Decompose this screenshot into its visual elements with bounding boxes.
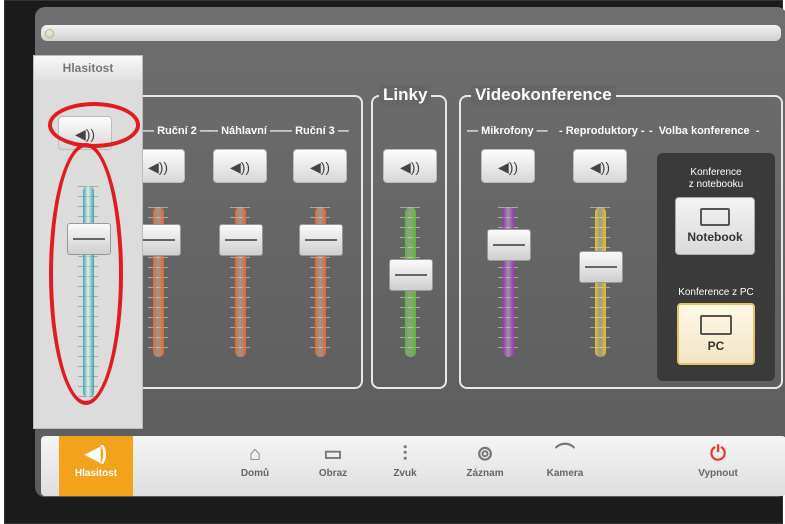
channel-label-mikrofony: — Mikrofony — [467, 125, 548, 137]
channel-label-nahlavni: — Náhlavní — [207, 125, 281, 137]
bottom-taskbar: ◀) Hlasitost ⌂ Domů ▭ Obraz ⫶ Zvuk ⊚ Záz… [41, 436, 785, 496]
pc-button[interactable]: PC [677, 303, 755, 365]
speaker-icon: ◀) [84, 443, 108, 465]
speaker-icon: ◀)) [229, 159, 251, 175]
touch-panel-screen: — Ruční 2 — — Náhlavní — — Ruční 3 — Lin… [35, 7, 785, 497]
speaker-icon: ◀)) [497, 159, 519, 175]
channel-label-rucni-2: — Ruční 2 — [143, 125, 211, 137]
taskbar-domu[interactable]: ⌂ Domů [225, 436, 285, 496]
taskbar-label: Vypnout [698, 468, 738, 479]
power-icon: ⏻ [710, 443, 726, 465]
taskbar-zaznam[interactable]: ⊚ Záznam [455, 436, 515, 496]
videokonference-title: Videokonference [471, 85, 616, 105]
speaker-icon: ◀)) [589, 159, 611, 175]
slider-handle-nahlavni[interactable] [219, 224, 263, 256]
slider-handle-rucni-2[interactable] [137, 224, 181, 256]
desktop-pc-icon [700, 315, 732, 335]
camera-icon: ⌒ [555, 443, 575, 465]
taskbar-label: Záznam [466, 468, 504, 479]
laptop-icon [700, 208, 730, 226]
taskbar-hlasitost[interactable]: ◀) Hlasitost [59, 436, 133, 496]
slider-handle-reproduktory[interactable] [579, 251, 623, 283]
taskbar-vypnout[interactable]: ⏻ Vypnout [685, 436, 751, 496]
mute-button-nahlavni[interactable]: ◀)) [213, 149, 267, 183]
taskbar-obraz[interactable]: ▭ Obraz [303, 436, 363, 496]
taskbar-label: Hlasitost [74, 468, 118, 479]
notebook-caption: Konference z notebooku [657, 167, 775, 191]
mute-button-rucni-3[interactable]: ◀)) [293, 149, 347, 183]
slider-handle-linky[interactable] [389, 258, 433, 291]
channel-label-reproduktory: - Reproduktory - [559, 125, 645, 137]
taskbar-kamera[interactable]: ⌒ Kamera [535, 436, 595, 496]
status-indicator-icon [45, 29, 54, 38]
notebook-label: Notebook [687, 230, 743, 244]
volume-popup-title: Hlasitost [34, 56, 142, 80]
taskbar-label: Obraz [318, 468, 348, 479]
notebook-caption-line-1: Konference [690, 167, 742, 178]
conference-title: - Volba konference - [649, 125, 760, 137]
conference-selection-box: Konference z notebooku Notebook Konferen… [657, 153, 775, 381]
speaker-icon: ◀)) [309, 159, 331, 175]
notebook-button[interactable]: Notebook [675, 197, 755, 255]
speaker-icon: ◀)) [147, 159, 169, 175]
taskbar-label: Kamera [546, 468, 584, 479]
title-bar [41, 25, 781, 41]
taskbar-label: Domů [240, 468, 270, 479]
slider-handle-mikrofony[interactable] [487, 228, 531, 261]
taskbar-label: Zvuk [393, 468, 417, 479]
mute-button-linky[interactable]: ◀)) [383, 149, 437, 183]
highlight-circle-slider [49, 143, 123, 405]
mute-button-reproduktory[interactable]: ◀)) [573, 149, 627, 183]
highlight-circle-mute [48, 102, 140, 148]
mixer-icon: ⫶ [402, 443, 408, 465]
slider-handle-rucni-3[interactable] [299, 224, 343, 256]
recorder-icon: ⊚ [476, 443, 494, 465]
mute-button-mikrofony[interactable]: ◀)) [481, 149, 535, 183]
channel-label-rucni-3: — Ruční 3 — [281, 125, 349, 137]
pc-caption: Konference z PC [678, 287, 754, 298]
home-icon: ⌂ [248, 443, 262, 465]
linky-title: Linky [379, 85, 432, 105]
taskbar-zvuk[interactable]: ⫶ Zvuk [375, 436, 435, 496]
pc-label: PC [707, 339, 725, 353]
monitor-icon: ▭ [323, 443, 343, 465]
notebook-caption-line-2: z notebooku [688, 179, 744, 190]
photo-frame: — Ruční 2 — — Náhlavní — — Ruční 3 — Lin… [4, 0, 785, 524]
speaker-icon: ◀)) [399, 159, 421, 175]
